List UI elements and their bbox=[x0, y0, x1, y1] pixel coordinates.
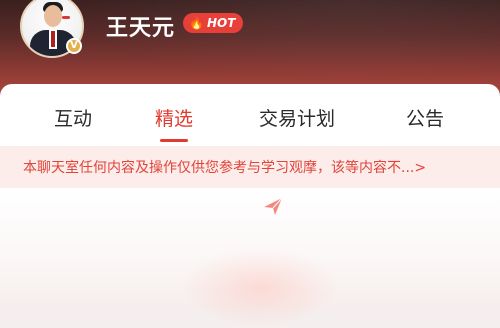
disclaimer-text: 本聊天室任何内容及操作仅供您参考与学习观摩，该等内容不...> bbox=[23, 160, 427, 176]
verified-v-icon: V bbox=[66, 38, 82, 54]
tab-bar: 互动 精选 交易计划 公告 bbox=[0, 84, 500, 144]
chat-area bbox=[0, 188, 500, 328]
disclaimer-banner[interactable]: 本聊天室任何内容及操作仅供您参考与学习观摩，该等内容不...> bbox=[0, 146, 500, 188]
hot-badge: 🔥 HOT bbox=[183, 13, 244, 33]
flame-icon: 🔥 bbox=[189, 16, 204, 30]
tab-interaction[interactable]: 互动 bbox=[54, 104, 92, 131]
tab-announcement[interactable]: 公告 bbox=[406, 104, 444, 131]
hot-badge-label: HOT bbox=[206, 16, 236, 30]
tab-trading-plan[interactable]: 交易计划 bbox=[259, 104, 335, 131]
decorative-glow bbox=[180, 248, 340, 328]
tab-featured[interactable]: 精选 bbox=[155, 104, 193, 131]
content-card: 互动 精选 交易计划 公告 本聊天室任何内容及操作仅供您参考与学习观摩，该等内容… bbox=[0, 84, 500, 328]
streamer-name: 王天元 bbox=[106, 16, 176, 41]
active-tab-indicator bbox=[160, 139, 188, 142]
avatar-image bbox=[20, 0, 84, 58]
paper-plane-icon bbox=[264, 197, 283, 215]
avatar[interactable]: V bbox=[20, 0, 84, 58]
